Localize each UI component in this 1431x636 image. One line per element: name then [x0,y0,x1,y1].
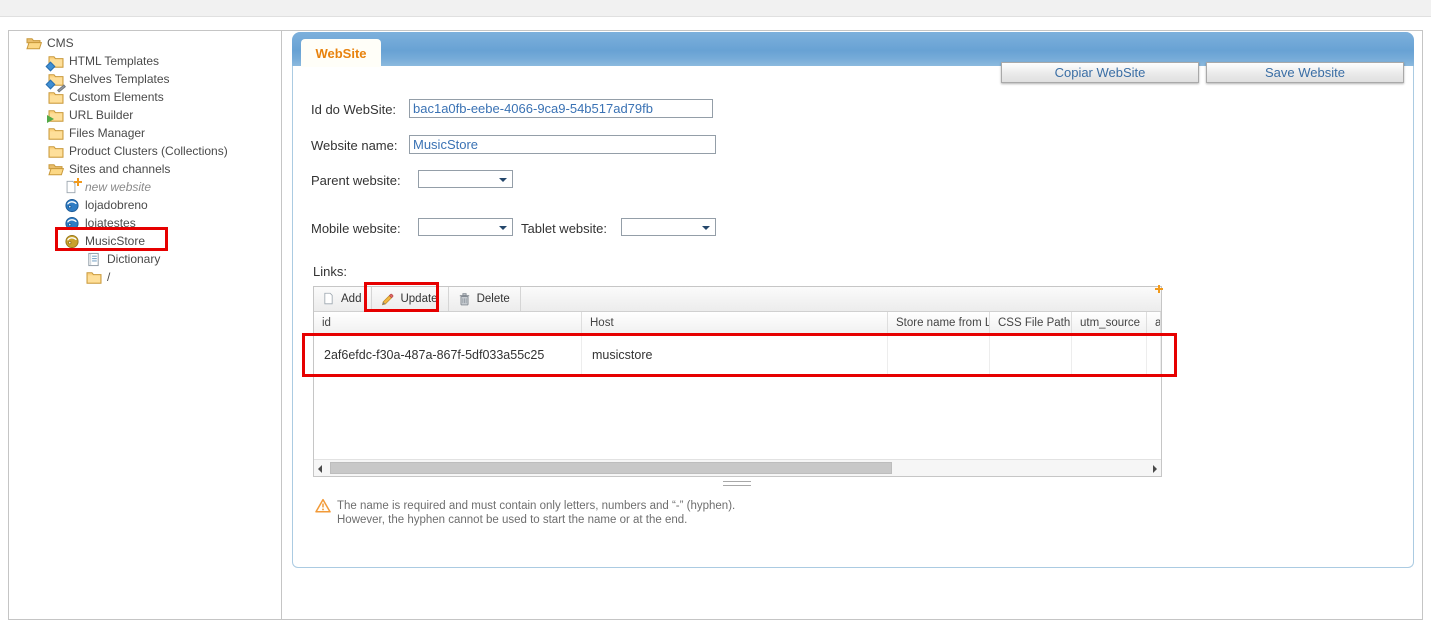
sidebar-item-label: Product Clusters (Collections) [69,144,228,158]
sidebar-item-label: HTML Templates [69,54,159,68]
sidebar-item-product-clusters[interactable]: Product Clusters (Collections) [9,142,281,160]
chevron-down-icon [702,226,710,234]
scrollbar-thumb[interactable] [330,462,892,474]
update-link-label: Update [400,293,437,305]
sidebar-item-html-templates[interactable]: HTML Templates [9,52,281,70]
link-host-cell: musicstore [582,335,888,375]
sidebar-item-root-path[interactable]: / [9,268,281,286]
panel-header-bar [292,32,1414,66]
delete-link-button[interactable]: Delete [449,287,521,311]
sidebar-item-label: / [107,270,110,284]
save-website-button[interactable]: Save Website [1206,62,1404,83]
website-name-input[interactable] [409,135,716,154]
warning-line-2: However, the hyphen cannot be used to st… [337,514,735,528]
website-panel: WebSite Copiar WebSite Save Website Id d… [292,32,1414,568]
dictionary-icon [86,252,102,267]
resize-grip[interactable] [723,481,751,486]
copiar-website-button[interactable]: Copiar WebSite [1001,62,1199,83]
scroll-left-icon[interactable] [318,465,322,473]
sidebar-item-label: MusicStore [85,234,145,248]
folder-icon [48,144,64,159]
cms-tree-sidebar: CMS HTML Templates Shelves Templates Cus… [9,31,282,619]
folder-open-icon [26,36,42,51]
sidebar-item-label: CMS [47,36,74,50]
column-header-id[interactable]: id [314,312,582,334]
globe-gold-icon [64,234,80,249]
page-add-icon [322,292,336,306]
website-id-label: Id do WebSite: [311,102,396,117]
app-frame: CMS HTML Templates Shelves Templates Cus… [8,30,1423,620]
column-header-store-name[interactable]: Store name from LM [888,312,990,334]
sidebar-item-url-builder[interactable]: URL Builder [9,106,281,124]
tab-website[interactable]: WebSite [301,39,381,67]
globe-blue-icon [64,216,80,231]
warning-line-1: The name is required and must contain on… [337,500,735,514]
column-header-clipped[interactable]: a [1147,312,1161,334]
tablet-website-select[interactable] [621,218,716,236]
sidebar-item-label: URL Builder [69,108,133,122]
pencil-icon [380,292,395,307]
sidebar-item-label: Dictionary [107,252,160,266]
folder-icon [48,126,64,141]
folder-icon [86,270,102,285]
horizontal-scrollbar[interactable] [314,459,1161,476]
links-toolbar: Add Update Delete [314,287,1161,312]
link-utm-source-cell [1072,335,1147,375]
sidebar-item-sites-and-channels[interactable]: Sites and channels [9,160,281,178]
sidebar-item-label: Sites and channels [69,162,170,176]
links-table-header: id Host Store name from LM CSS File Path… [314,312,1161,335]
name-warning: The name is required and must contain on… [315,498,735,527]
sidebar-item-label: Custom Elements [69,90,164,104]
column-header-host[interactable]: Host [582,312,888,334]
chevron-down-icon [499,226,507,234]
page-add-icon [64,180,80,195]
mobile-website-select[interactable] [418,218,513,236]
sidebar-item-cms[interactable]: CMS [9,34,281,52]
folder-go-icon [48,108,64,123]
mobile-website-label: Mobile website: [311,221,401,236]
sidebar-item-label: lojatestes [85,216,136,230]
sidebar-item-lojatestes[interactable]: lojatestes [9,214,281,232]
sidebar-item-label: Shelves Templates [69,72,170,86]
sidebar-item-shelves-templates[interactable]: Shelves Templates [9,70,281,88]
sidebar-item-custom-elements[interactable]: Custom Elements [9,88,281,106]
sidebar-item-label: new website [85,180,151,194]
links-table: Add Update Delete id Host Store name fro… [313,286,1162,477]
link-store-name-cell [888,335,990,375]
folder-edit-icon [48,90,64,105]
parent-website-label: Parent website: [311,173,401,188]
link-id-cell: 2af6efdc-f30a-487a-867f-5df033a55c25 [314,335,582,375]
top-bar [0,0,1431,17]
sidebar-item-files-manager[interactable]: Files Manager [9,124,281,142]
sidebar-item-label: lojadobreno [85,198,148,212]
sidebar-item-musicstore[interactable]: MusicStore [9,232,281,250]
globe-blue-icon [64,198,80,213]
update-link-button[interactable]: Update [372,287,448,311]
add-link-button[interactable]: Add [314,287,372,311]
template-icon [48,72,64,87]
website-id-input[interactable] [409,99,713,118]
sidebar-item-lojadobreno[interactable]: lojadobreno [9,196,281,214]
parent-website-select[interactable] [418,170,513,188]
column-header-utm-source[interactable]: utm_source [1072,312,1147,334]
link-css-path-cell [990,335,1072,375]
sidebar-item-new-website[interactable]: new website [9,178,281,196]
tablet-website-label: Tablet website: [521,221,607,236]
trash-icon [457,292,472,307]
scroll-right-icon[interactable] [1153,465,1157,473]
links-label: Links: [313,264,347,279]
folder-open-icon [48,162,64,177]
sidebar-item-label: Files Manager [69,126,145,140]
sidebar-item-dictionary[interactable]: Dictionary [9,250,281,268]
chevron-down-icon [499,178,507,186]
delete-link-label: Delete [477,293,510,305]
template-icon [48,54,64,69]
column-header-css-file-path[interactable]: CSS File Path [990,312,1072,334]
link-extra-cell [1147,335,1161,375]
website-name-label: Website name: [311,138,397,153]
warning-icon [315,498,331,527]
table-row[interactable]: 2af6efdc-f30a-487a-867f-5df033a55c25 mus… [314,335,1161,376]
add-link-label: Add [341,293,361,305]
